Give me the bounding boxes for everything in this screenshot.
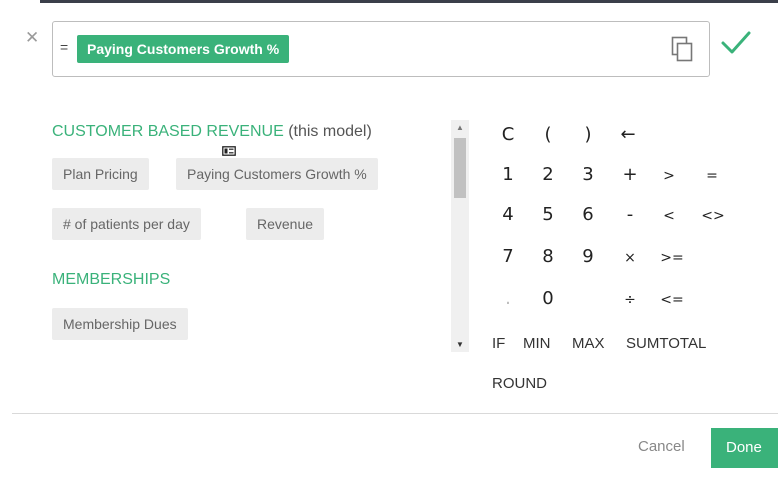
variable-chip-revenue[interactable]: Revenue [246, 208, 325, 240]
key-5[interactable]: 5 [537, 204, 559, 226]
formula-token[interactable]: Paying Customers Growth % [77, 35, 290, 63]
key-clear[interactable]: C [497, 124, 519, 146]
close-icon[interactable]: ✕ [25, 29, 41, 46]
footer-divider [12, 413, 778, 414]
key-multiply[interactable]: × [619, 247, 641, 269]
variables-scrollbar[interactable]: ▲ ▼ [451, 120, 469, 352]
key-6[interactable]: 6 [577, 204, 599, 226]
key-not-equal[interactable]: <> [700, 205, 726, 227]
key-9[interactable]: 9 [577, 246, 599, 268]
key-8[interactable]: 8 [537, 246, 559, 268]
key-backspace[interactable]: ← [617, 124, 639, 146]
key-1[interactable]: 1 [497, 164, 519, 186]
key-3[interactable]: 3 [577, 164, 599, 186]
key-less-than[interactable]: < [658, 205, 680, 227]
key-4[interactable]: 4 [497, 204, 519, 226]
function-if[interactable]: IF [492, 334, 505, 354]
key-close-paren[interactable]: ) [577, 124, 599, 146]
key-plus[interactable]: + [619, 164, 641, 186]
top-strip [0, 0, 778, 6]
key-7[interactable]: 7 [497, 246, 519, 268]
scroll-thumb[interactable] [454, 138, 466, 198]
group-title-text: CUSTOMER BASED REVENUE [52, 123, 284, 140]
cancel-button[interactable]: Cancel [638, 438, 685, 455]
drag-handle-icon [222, 146, 236, 156]
key-divide[interactable]: ÷ [619, 289, 641, 311]
key-equals[interactable]: = [701, 165, 723, 187]
copy-icon[interactable] [671, 36, 693, 62]
key-open-paren[interactable]: ( [537, 124, 559, 146]
variable-chip-membership-dues[interactable]: Membership Dues [52, 308, 188, 340]
variable-chip-plan-pricing[interactable]: Plan Pricing [52, 158, 149, 190]
key-minus[interactable]: - [619, 204, 641, 226]
checkmark-icon[interactable] [720, 26, 752, 58]
group-title-memberships: MEMBERSHIPS [52, 271, 170, 289]
group-title-note: (this model) [288, 123, 372, 140]
group-title-customer-based-revenue: CUSTOMER BASED REVENUE (this model) [52, 123, 372, 141]
function-min[interactable]: MIN [523, 334, 551, 354]
top-bar-edge [40, 0, 778, 3]
variable-chip-patients-per-day[interactable]: # of patients per day [52, 208, 201, 240]
key-decimal[interactable]: . [497, 288, 519, 310]
function-sumtotal[interactable]: SUMTOTAL [626, 334, 706, 354]
scroll-down-arrow-icon[interactable]: ▼ [451, 340, 469, 349]
function-max[interactable]: MAX [572, 334, 605, 354]
formula-equals-sign: = [60, 39, 69, 55]
key-less-equal[interactable]: <= [658, 289, 686, 311]
formula-input[interactable]: = Paying Customers Growth % [52, 21, 710, 77]
variable-chip-paying-customers-growth[interactable]: Paying Customers Growth % [176, 158, 378, 190]
done-button[interactable]: Done [711, 428, 778, 468]
scroll-up-arrow-icon[interactable]: ▲ [451, 123, 469, 132]
function-round[interactable]: ROUND [492, 374, 547, 394]
key-greater-equal[interactable]: >= [658, 247, 686, 269]
key-0[interactable]: 0 [537, 288, 559, 310]
key-greater-than[interactable]: > [658, 165, 680, 187]
group-title-text: MEMBERSHIPS [52, 271, 171, 288]
key-2[interactable]: 2 [537, 164, 559, 186]
